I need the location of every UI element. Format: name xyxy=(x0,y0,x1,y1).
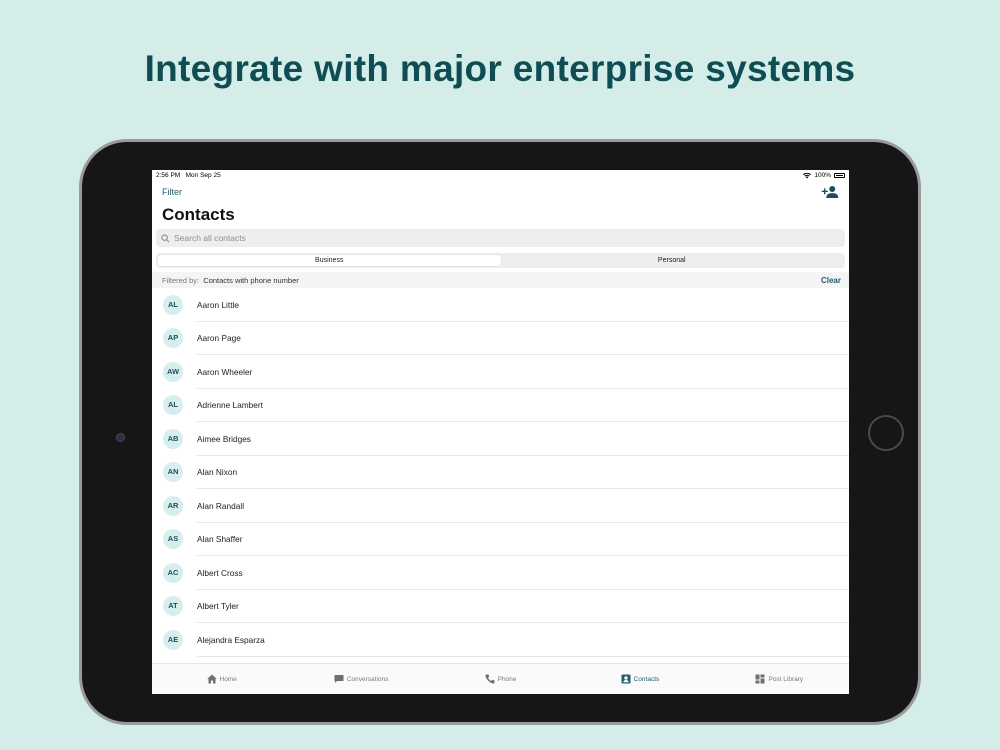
contact-name: Adrienne Lambert xyxy=(197,400,263,411)
battery-icon xyxy=(834,173,845,178)
contact-name: Alan Nixon xyxy=(197,467,238,478)
home-button[interactable] xyxy=(868,415,904,451)
tab-bar: Home Conversations Phone Contacts Post L… xyxy=(152,663,849,694)
contact-name: Alan Randall xyxy=(197,500,245,511)
contact-row[interactable]: AC Albert Cross xyxy=(152,556,849,590)
tab-contacts[interactable]: Contacts xyxy=(570,674,709,684)
tab-home[interactable]: Home xyxy=(152,674,291,684)
avatar: AE xyxy=(163,629,183,650)
contact-row[interactable]: AB Aimee Bridges xyxy=(152,422,849,456)
avatar: AN xyxy=(163,462,183,483)
tab-conversations[interactable]: Conversations xyxy=(291,674,430,684)
avatar: AL xyxy=(163,294,183,315)
contact-name: Alejandra Esparza xyxy=(197,634,265,645)
avatar: AB xyxy=(163,428,183,449)
contact-row[interactable]: AW Aaron Wheeler xyxy=(152,355,849,389)
search-input[interactable] xyxy=(174,233,774,243)
status-right: 100% xyxy=(803,172,845,179)
avatar: AS xyxy=(163,529,183,550)
clear-filter-button[interactable]: Clear xyxy=(821,276,841,285)
tab-label: Post Library xyxy=(768,675,804,683)
filter-bar: Filtered by: Contacts with phone number … xyxy=(152,272,849,288)
wifi-icon xyxy=(803,172,812,178)
contact-row[interactable]: AL Adrienne Lambert xyxy=(152,389,849,423)
tab-label: Phone xyxy=(497,675,517,683)
tab-label: Conversations xyxy=(346,675,389,683)
tab-label: Home xyxy=(219,675,237,683)
tab-label: Contacts xyxy=(633,675,660,683)
segment-personal[interactable]: Personal xyxy=(501,255,844,266)
contacts-list: AL Aaron Little AP Aaron Page AW Aaron W… xyxy=(152,288,849,657)
contact-name: Aimee Bridges xyxy=(197,433,251,444)
contact-row[interactable]: AT Albert Tyler xyxy=(152,590,849,624)
filter-value: Contacts with phone number xyxy=(203,275,299,285)
avatar: AW xyxy=(163,361,183,382)
avatar: AP xyxy=(163,328,183,349)
library-icon xyxy=(755,674,765,684)
status-bar: 2:56 PM Mon Sep 25 100% xyxy=(152,170,849,181)
avatar: AC xyxy=(163,562,183,583)
segment-business[interactable]: Business xyxy=(158,255,501,266)
contact-name: Aaron Wheeler xyxy=(197,366,253,377)
status-date: Mon Sep 25 xyxy=(185,172,221,179)
filter-description: Filtered by: Contacts with phone number xyxy=(162,276,299,285)
phone-icon xyxy=(485,674,495,684)
contact-row[interactable]: AE Alejandra Esparza xyxy=(152,623,849,657)
contact-type-segmented-control: Business Personal xyxy=(156,253,845,268)
contacts-icon xyxy=(621,674,631,684)
home-icon xyxy=(206,674,217,684)
contact-name: Alan Shaffer xyxy=(197,534,243,545)
add-contact-icon[interactable] xyxy=(821,185,839,199)
contact-name: Albert Tyler xyxy=(197,601,239,612)
contact-row[interactable]: AN Alan Nixon xyxy=(152,456,849,490)
nav-row: Filter xyxy=(152,181,849,203)
filter-label: Filtered by: xyxy=(162,275,200,285)
contact-name: Aaron Little xyxy=(197,299,239,310)
contact-name: Aaron Page xyxy=(197,333,241,344)
status-left: 2:56 PM Mon Sep 25 xyxy=(156,172,221,179)
avatar: AL xyxy=(163,395,183,416)
contact-row[interactable]: AP Aaron Page xyxy=(152,322,849,356)
avatar: AT xyxy=(163,596,183,617)
contact-row[interactable]: AR Alan Randall xyxy=(152,489,849,523)
tab-phone[interactable]: Phone xyxy=(431,674,570,684)
avatar: AR xyxy=(163,495,183,516)
app-screen: 2:56 PM Mon Sep 25 100% Filter Contacts xyxy=(152,170,849,694)
tab-post-library[interactable]: Post Library xyxy=(710,674,849,684)
search-icon xyxy=(161,233,170,242)
headline: Integrate with major enterprise systems xyxy=(144,48,856,89)
contact-name: Albert Cross xyxy=(197,567,243,578)
battery-percent: 100% xyxy=(814,172,831,179)
page-title: Contacts xyxy=(162,205,235,224)
contact-row[interactable]: AL Aaron Little xyxy=(152,288,849,322)
front-camera xyxy=(116,433,125,442)
contact-row[interactable]: AS Alan Shaffer xyxy=(152,523,849,557)
chat-icon xyxy=(334,675,344,683)
search-bar[interactable] xyxy=(156,229,845,247)
status-time: 2:56 PM xyxy=(156,172,181,179)
filter-button[interactable]: Filter xyxy=(162,187,182,197)
